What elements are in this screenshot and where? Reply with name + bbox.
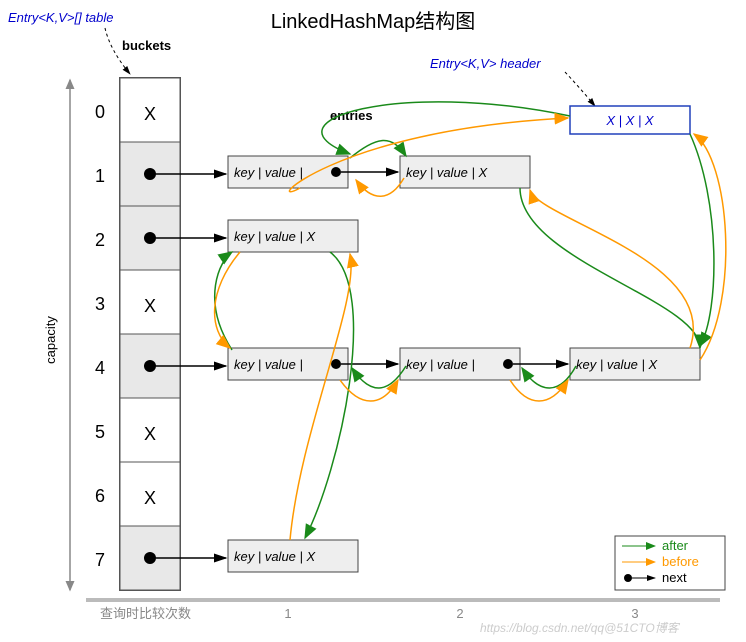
entry-1a: key | value | [228,156,348,188]
svg-text:3: 3 [631,606,638,621]
svg-text:before: before [662,554,699,569]
axis-label: 查询时比较次数 [100,606,191,621]
svg-text:2: 2 [95,230,105,250]
header-annotation: Entry<K,V> header [430,56,541,71]
header-pointer [565,72,595,106]
svg-text:3: 3 [95,294,105,314]
entry-1b: key | value | X [400,156,530,188]
svg-text:key | value |: key | value | [234,357,303,372]
svg-text:key | value |: key | value | [234,165,303,180]
bucket-row-0: 0 X [95,78,180,142]
svg-text:5: 5 [95,422,105,442]
svg-text:2: 2 [456,606,463,621]
svg-text:key | value |: key | value | [406,357,475,372]
title: LinkedHashMap结构图 [271,10,476,33]
svg-text:X: X [144,296,156,316]
bucket-table: 0 X 1 2 3 X 4 5 X 6 [95,78,180,590]
entry-4c: key | value | X [570,348,700,380]
entries-label: entries [330,108,373,123]
svg-text:X: X [144,104,156,124]
svg-text:1: 1 [284,606,291,621]
entry-7: key | value | X [228,540,358,572]
svg-text:key | value | X: key | value | X [234,229,317,244]
svg-text:X: X [144,424,156,444]
svg-text:after: after [662,538,689,553]
svg-text:7: 7 [95,550,105,570]
diagram: LinkedHashMap结构图 Entry<K,V>[] table buck… [0,0,746,642]
bucket-row-3: 3 X [95,270,180,334]
svg-text:key | value | X: key | value | X [576,357,659,372]
before-arrow [356,178,404,196]
watermark: https://blog.csdn.net/qq@51CTO博客 [480,621,681,635]
svg-text:X | X | X: X | X | X [605,113,655,128]
table-annotation: Entry<K,V>[] table [8,10,114,25]
bucket-row-5: 5 X [95,398,180,462]
legend: after before next [615,536,725,590]
capacity-label: capacity [43,316,58,364]
svg-text:0: 0 [95,102,105,122]
svg-text:X: X [144,488,156,508]
header-node: X | X | X [570,106,690,134]
entry-2: key | value | X [228,220,358,252]
svg-text:1: 1 [95,166,105,186]
entry-4b: key | value | [400,348,520,380]
buckets-label: buckets [122,38,171,53]
svg-text:4: 4 [95,358,105,378]
svg-text:key | value | X: key | value | X [406,165,489,180]
svg-text:6: 6 [95,486,105,506]
bucket-row-6: 6 X [95,462,180,526]
after-arrow [322,102,570,154]
svg-text:key | value | X: key | value | X [234,549,317,564]
svg-text:next: next [662,570,687,585]
